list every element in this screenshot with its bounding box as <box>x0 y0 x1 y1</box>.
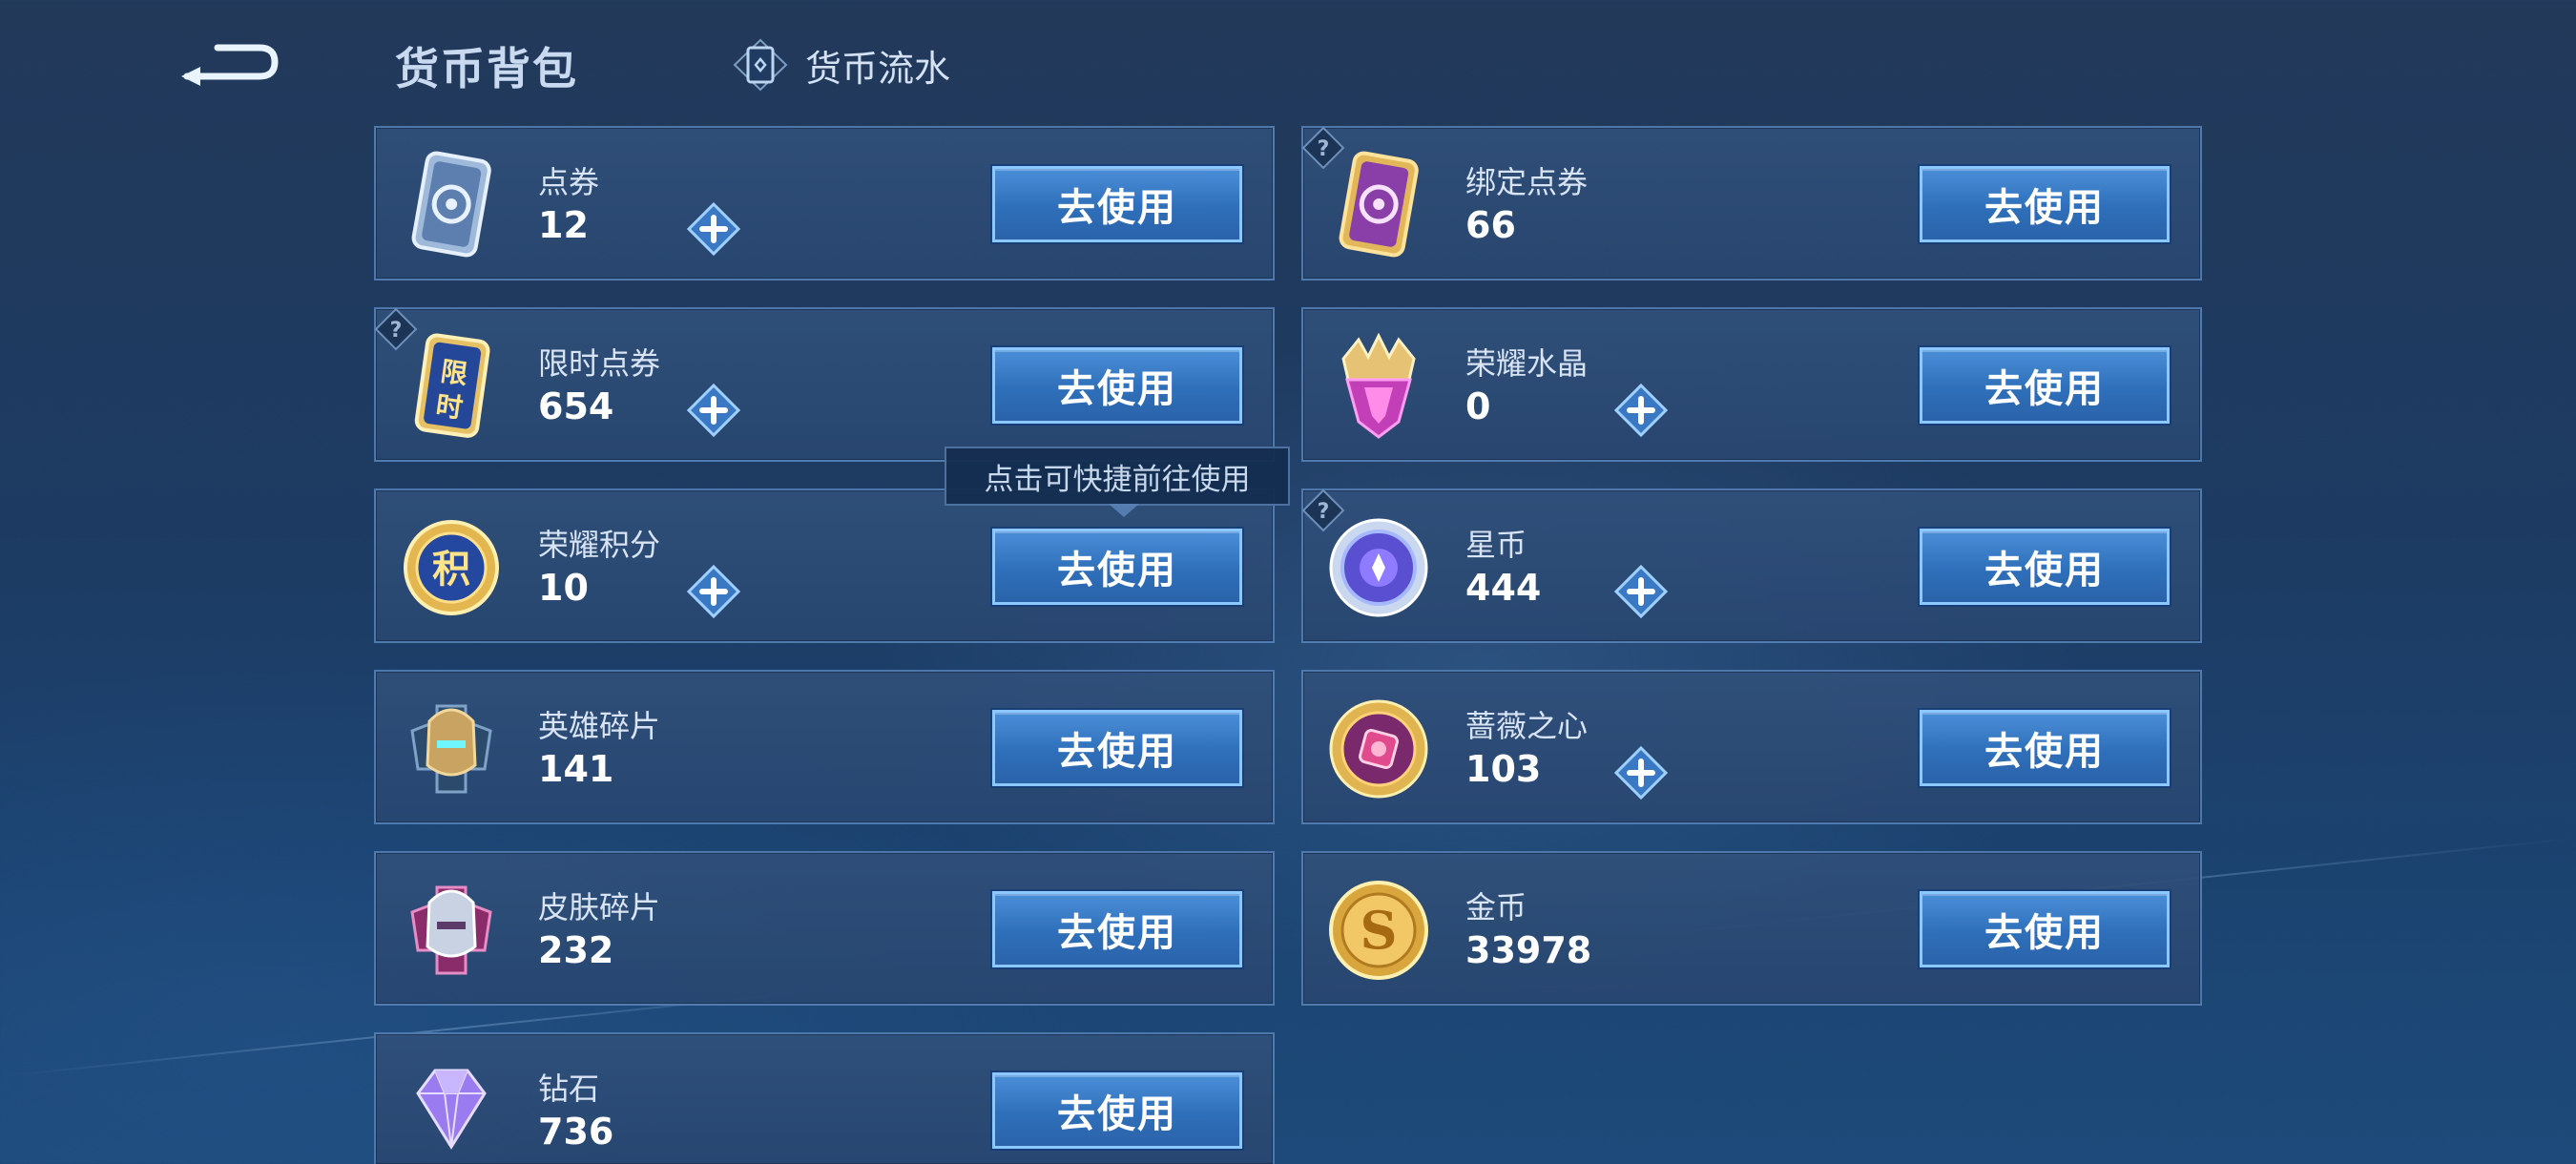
glory-crystal-icon <box>1341 332 1416 439</box>
currency-amount: 10 <box>538 567 589 609</box>
currency-name: 星币 <box>1465 527 1527 563</box>
currency-name: 钻石 <box>538 1070 600 1107</box>
tooltip-arrow <box>1109 504 1139 517</box>
plus-icon[interactable] <box>1614 565 1668 618</box>
glory-points-icon: 积 <box>404 520 499 615</box>
svg-text:限: 限 <box>439 355 469 390</box>
currency-flow-label: 货币流水 <box>805 47 951 90</box>
currency-card-rose-heart: 蔷薇之心 103 去使用 <box>1301 670 2202 824</box>
currency-card-limited-voucher: ? 限 时 限时点券 654 去使用 <box>374 307 1275 462</box>
back-arrow-icon <box>181 44 279 86</box>
currency-name: 限时点券 <box>538 345 661 382</box>
currency-amount: 654 <box>538 385 614 427</box>
use-button[interactable]: 去使用 <box>992 1072 1242 1149</box>
plus-icon[interactable] <box>1614 746 1668 800</box>
currency-amount: 444 <box>1465 567 1542 609</box>
svg-text:积: 积 <box>432 548 470 592</box>
plus-icon[interactable] <box>687 202 740 256</box>
currency-card-glory-crystal: 荣耀水晶 0 去使用 <box>1301 307 2202 462</box>
currency-amount: 33978 <box>1465 929 1592 971</box>
currency-card-glory-points: 积 荣耀积分 10 去使用 <box>374 488 1275 643</box>
diamond-icon <box>416 1069 487 1150</box>
use-button[interactable]: 去使用 <box>992 710 1242 786</box>
hero-fragment-icon <box>410 704 492 794</box>
currency-card-voucher: 点券 12 去使用 <box>374 126 1275 281</box>
currency-name: 金币 <box>1465 889 1527 925</box>
currency-card-gold-coin: S 金币 33978 去使用 <box>1301 851 2202 1006</box>
use-button[interactable]: 去使用 <box>992 347 1242 424</box>
plus-icon[interactable] <box>1614 384 1668 437</box>
currency-card-bound-voucher: ? 绑定点券 66 去使用 <box>1301 126 2202 281</box>
plus-icon[interactable] <box>687 384 740 437</box>
currency-card-skin-fragment: 皮肤碎片 232 去使用 <box>374 851 1275 1006</box>
svg-text:S: S <box>1361 900 1398 961</box>
use-button[interactable]: 去使用 <box>1920 710 2170 786</box>
currency-name: 绑定点券 <box>1465 164 1589 200</box>
svg-text:时: 时 <box>434 389 465 425</box>
currency-name: 英雄碎片 <box>538 708 661 744</box>
limited-voucher-icon: 限 时 <box>414 333 490 438</box>
currency-name: 蔷薇之心 <box>1465 708 1589 744</box>
currency-amount: 0 <box>1465 385 1491 427</box>
currency-flow-icon <box>733 38 788 92</box>
currency-name: 点券 <box>538 164 600 200</box>
currency-amount: 141 <box>538 748 614 790</box>
currency-card-hero-fragment: 英雄碎片 141 去使用 <box>374 670 1275 824</box>
voucher-icon <box>411 151 491 258</box>
currency-amount: 12 <box>538 204 589 246</box>
use-button[interactable]: 去使用 <box>1920 166 2170 242</box>
back-button[interactable] <box>177 36 282 90</box>
page-title: 货币背包 <box>395 43 578 94</box>
currency-name: 荣耀积分 <box>538 527 661 563</box>
use-button[interactable]: 去使用 <box>1920 347 2170 424</box>
skin-fragment-icon <box>410 885 492 975</box>
currency-name: 皮肤碎片 <box>538 889 661 925</box>
rose-heart-icon <box>1329 699 1428 799</box>
bound-voucher-icon <box>1339 151 1419 258</box>
currency-card-star-coin: ? 星币 444 去使用 <box>1301 488 2202 643</box>
use-button[interactable]: 去使用 <box>1920 529 2170 605</box>
use-button[interactable]: 去使用 <box>992 166 1242 242</box>
currency-amount: 736 <box>538 1111 614 1153</box>
use-button[interactable]: 去使用 <box>992 529 1242 605</box>
currency-amount: 103 <box>1465 748 1542 790</box>
currency-card-diamond: 钻石 736 去使用 <box>374 1032 1275 1164</box>
use-button[interactable]: 去使用 <box>992 891 1242 967</box>
star-coin-icon <box>1329 518 1428 617</box>
currency-name: 荣耀水晶 <box>1465 345 1589 382</box>
use-button[interactable]: 去使用 <box>1920 891 2170 967</box>
plus-icon[interactable] <box>687 565 740 618</box>
currency-amount: 232 <box>538 929 614 971</box>
currency-amount: 66 <box>1465 204 1516 246</box>
currency-flow-link[interactable]: 货币流水 <box>729 36 950 94</box>
gold-coin-icon: S <box>1329 881 1428 980</box>
tooltip: 点击可快捷前往使用 <box>945 447 1290 506</box>
